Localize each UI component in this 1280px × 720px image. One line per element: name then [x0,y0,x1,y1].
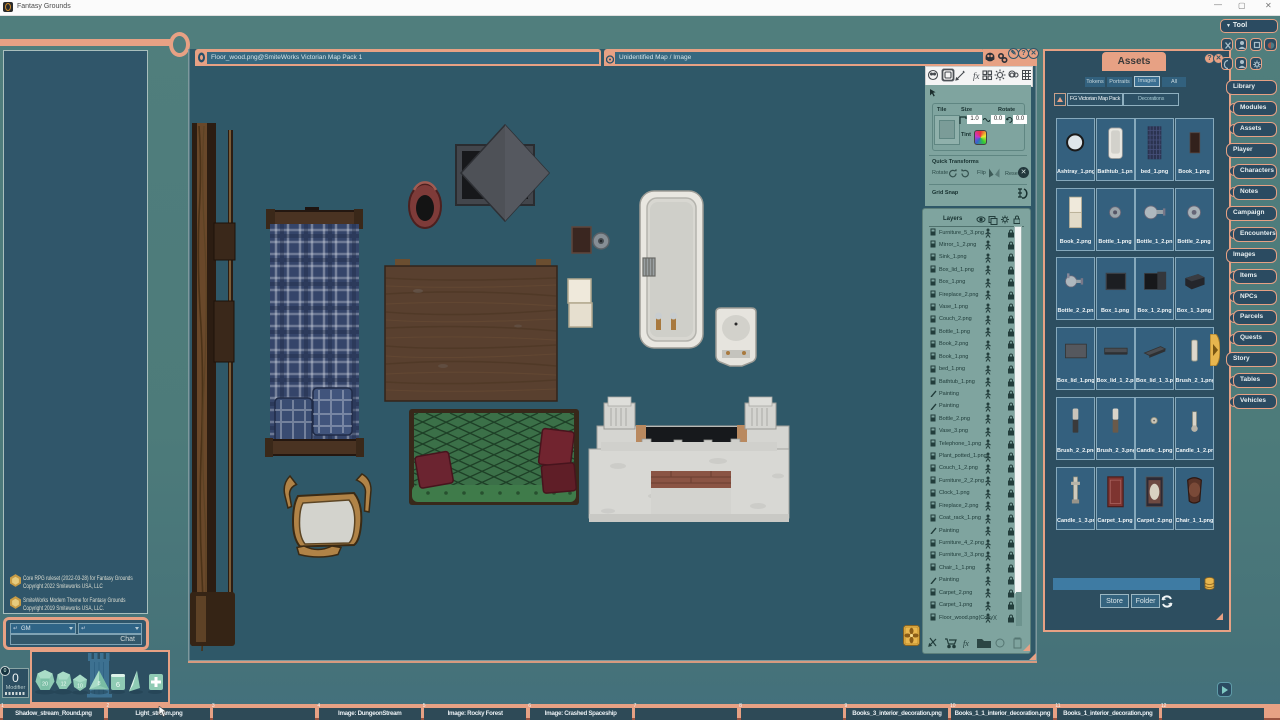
svg-text:20: 20 [42,682,48,688]
svg-text:12: 12 [61,682,67,688]
svg-text:fx: fx [963,639,969,648]
svg-text:fx: fx [973,71,980,81]
svg-text:8: 8 [97,681,100,687]
svg-text:6: 6 [116,680,120,689]
svg-text:10: 10 [77,684,83,690]
